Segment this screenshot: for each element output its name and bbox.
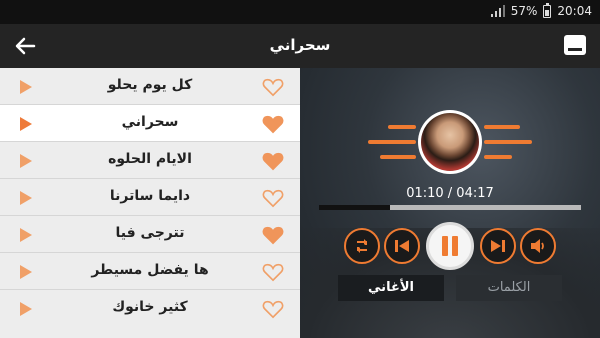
pause-button[interactable] <box>426 222 474 270</box>
clock: 20:04 <box>557 4 592 18</box>
play-icon[interactable] <box>20 80 32 94</box>
heart-outline-icon[interactable] <box>262 299 284 319</box>
equalizer-bar <box>368 140 416 144</box>
seek-bar[interactable] <box>319 205 581 210</box>
equalizer-bar <box>484 140 532 144</box>
heart-outline-icon[interactable] <box>262 262 284 282</box>
equalizer-bar <box>484 125 520 129</box>
status-bar: 57% 20:04 <box>0 0 600 24</box>
volume-button[interactable] <box>520 228 556 264</box>
song-row[interactable]: كل يوم يحلو <box>0 68 300 105</box>
time-display: 01:10 / 04:17 <box>406 186 494 201</box>
app-bar: سحراني <box>0 24 600 68</box>
song-title: كل يوم يحلو <box>107 77 193 93</box>
equalizer-bar <box>484 155 512 159</box>
song-title: دايما ساترنا <box>109 188 191 204</box>
song-row[interactable]: ها يفضل مسيطر <box>0 253 300 290</box>
heart-filled-icon[interactable] <box>262 114 284 134</box>
tab-lyrics[interactable]: الكلمات <box>456 275 562 301</box>
player-controls <box>300 222 600 270</box>
battery-icon <box>543 2 552 18</box>
repeat-icon <box>357 239 367 253</box>
heart-filled-icon[interactable] <box>262 151 284 171</box>
previous-icon <box>395 240 409 252</box>
play-icon[interactable] <box>20 228 32 242</box>
heart-filled-icon[interactable] <box>262 225 284 245</box>
song-title: ها يفضل مسيطر <box>91 262 209 278</box>
lyrics-view-icon[interactable] <box>564 35 586 55</box>
song-list: كل يوم يحلو سحراني الايام الحلوه دايما س… <box>0 68 300 338</box>
previous-button[interactable] <box>384 228 420 264</box>
song-row-active[interactable]: سحراني <box>0 105 300 142</box>
equalizer-bar <box>388 125 416 129</box>
album-artwork <box>418 110 482 174</box>
song-row[interactable]: تترجى فيا <box>0 216 300 253</box>
song-title: الايام الحلوه <box>108 151 192 167</box>
volume-icon <box>531 239 544 253</box>
song-title: تترجى فيا <box>115 225 185 241</box>
player-tabs: الأغاني الكلمات <box>338 275 562 301</box>
play-icon[interactable] <box>20 191 32 205</box>
song-row[interactable]: دايما ساترنا <box>0 179 300 216</box>
next-button[interactable] <box>480 228 516 264</box>
play-icon[interactable] <box>20 154 32 168</box>
play-icon[interactable] <box>20 265 32 279</box>
equalizer-bar <box>380 155 416 159</box>
heart-outline-icon[interactable] <box>262 77 284 97</box>
next-icon <box>491 240 505 252</box>
pause-icon <box>442 236 458 256</box>
song-row[interactable]: كثير خانوك <box>0 290 300 327</box>
player-panel: 01:10 / 04:17 الأغاني الكلمات <box>300 68 600 338</box>
seek-bar-fill <box>319 205 390 210</box>
song-row[interactable]: الايام الحلوه <box>0 142 300 179</box>
tab-songs[interactable]: الأغاني <box>338 275 444 301</box>
heart-outline-icon[interactable] <box>262 188 284 208</box>
signal-icon <box>490 5 505 17</box>
play-icon[interactable] <box>20 117 32 131</box>
play-icon[interactable] <box>20 302 32 316</box>
status-right: 57% 20:04 <box>490 2 592 18</box>
song-title: سحراني <box>121 114 179 130</box>
artist-photo <box>418 110 482 174</box>
page-title: سحراني <box>269 36 331 54</box>
song-title: كثير خانوك <box>112 299 188 315</box>
repeat-button[interactable] <box>344 228 380 264</box>
battery-percent: 57% <box>510 4 538 18</box>
